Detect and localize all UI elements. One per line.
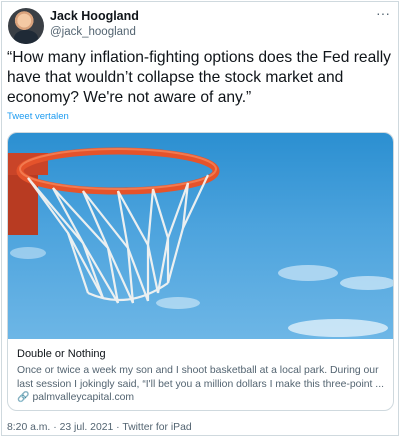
- tweet-metadata: 8:20 a.m. · 23 jul. 2021 · Twitter for i…: [7, 422, 192, 433]
- avatar[interactable]: [8, 8, 44, 44]
- meta-separator: ·: [50, 422, 60, 433]
- tweet-time[interactable]: 8:20 a.m.: [7, 422, 50, 433]
- tweet-container: Jack Hoogland @jack_hoogland ··· “How ma…: [1, 1, 399, 436]
- tweet-date[interactable]: 23 jul. 2021: [60, 422, 114, 433]
- translate-tweet-link[interactable]: Tweet vertalen: [7, 111, 69, 122]
- more-options-icon[interactable]: ···: [376, 6, 390, 20]
- author-handle[interactable]: @jack_hoogland: [50, 26, 136, 38]
- tweet-text: “How many inflation-fighting options doe…: [7, 49, 391, 106]
- card-title[interactable]: Double or Nothing: [17, 348, 106, 360]
- basketball-hoop-image[interactable]: [8, 133, 393, 339]
- card-domain[interactable]: 🔗 palmvalleycapital.com: [17, 392, 134, 403]
- card-domain-text: palmvalleycapital.com: [32, 392, 135, 403]
- card-description[interactable]: Once or twice a week my son and I shoot …: [17, 364, 389, 392]
- link-icon: 🔗: [17, 392, 30, 403]
- hoop-illustration: [8, 147, 393, 337]
- meta-separator-2: ·: [113, 422, 123, 433]
- tweet-source[interactable]: Twitter for iPad: [122, 422, 191, 433]
- author-name[interactable]: Jack Hoogland: [50, 9, 139, 23]
- link-card[interactable]: Double or Nothing Once or twice a week m…: [7, 132, 394, 411]
